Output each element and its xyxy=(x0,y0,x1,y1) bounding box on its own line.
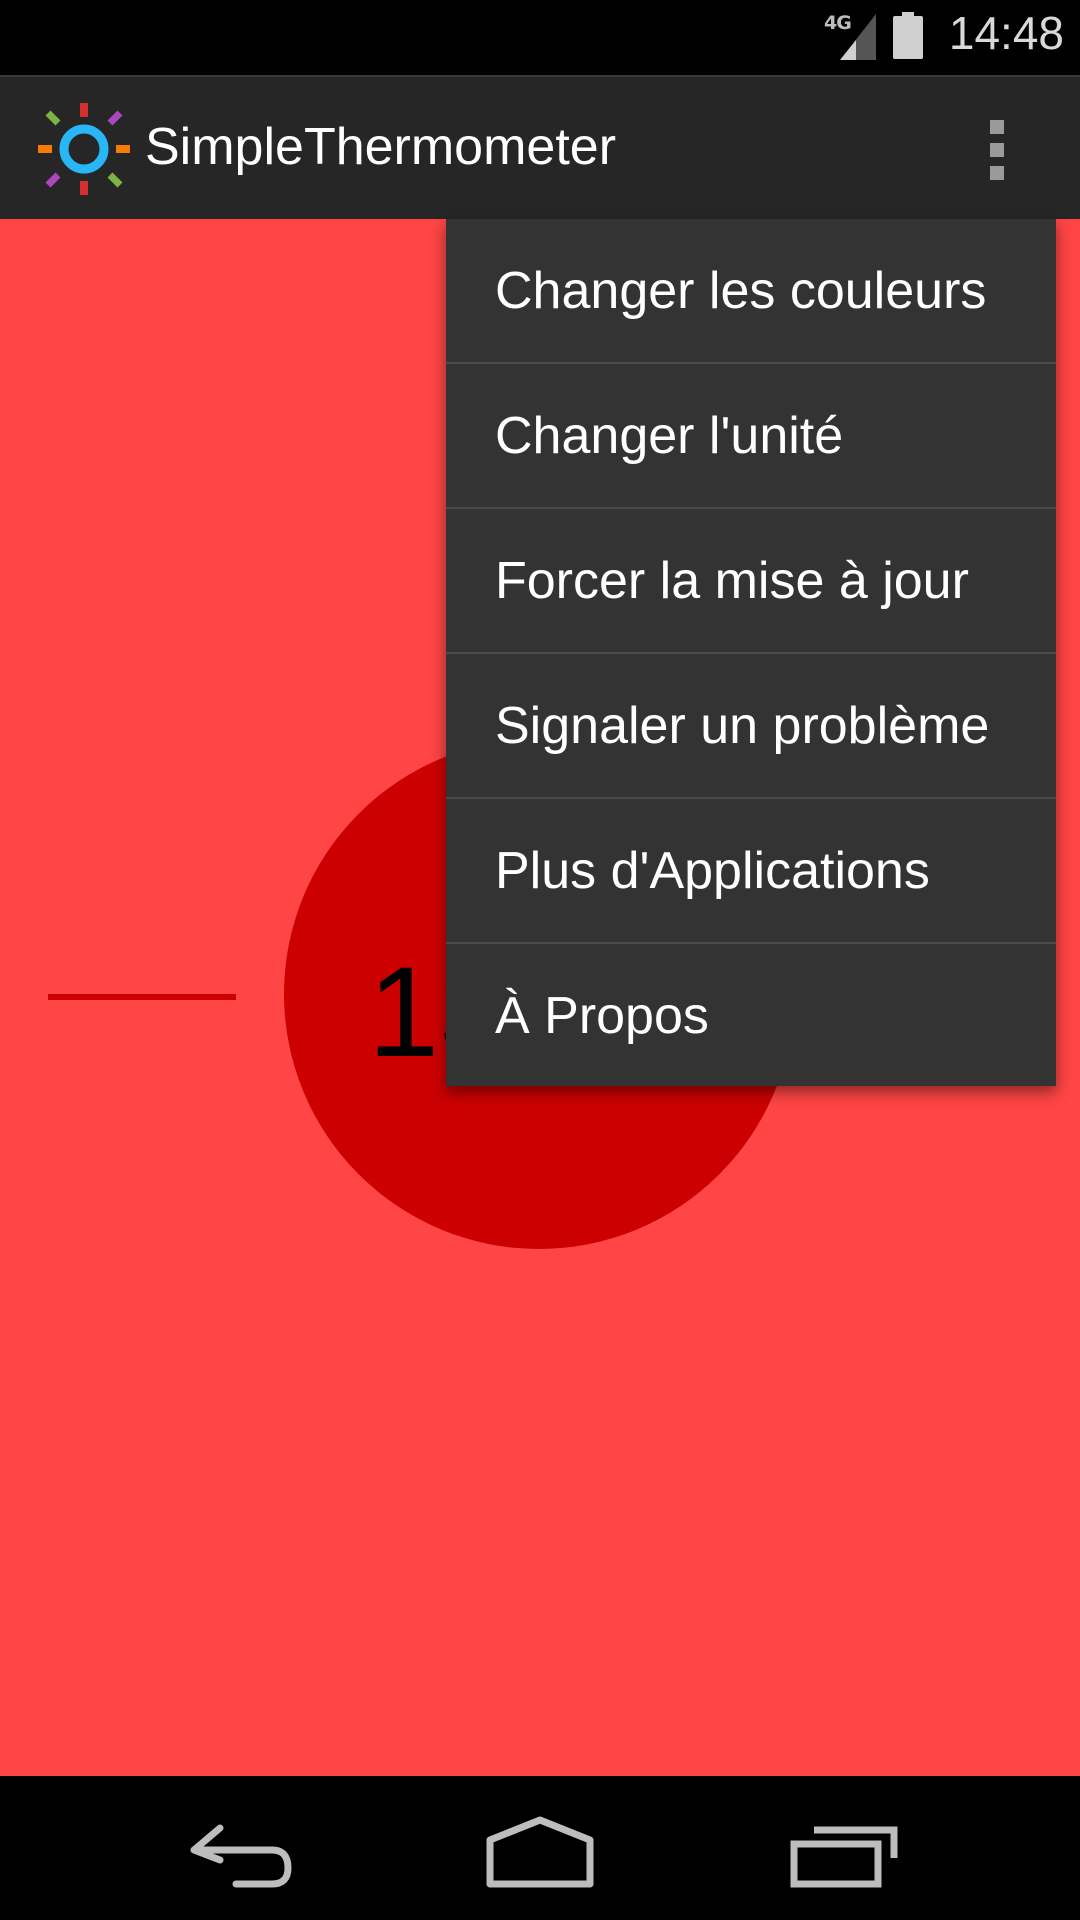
overflow-menu-icon[interactable] xyxy=(960,102,1032,198)
menu-item-change-colors[interactable]: Changer les couleurs xyxy=(446,219,1056,364)
overflow-dot xyxy=(990,120,1004,134)
back-icon[interactable] xyxy=(180,1798,300,1898)
sun-logo-icon[interactable] xyxy=(38,103,130,195)
recents-icon[interactable] xyxy=(784,1798,904,1898)
menu-item-force-update[interactable]: Forcer la mise à jour xyxy=(446,509,1056,654)
status-bar: 4G 14:48 xyxy=(0,0,1080,75)
signal-icon xyxy=(840,14,876,60)
app-title: SimpleThermometer xyxy=(145,118,617,176)
menu-item-about[interactable]: À Propos xyxy=(446,944,1056,1086)
menu-item-more-apps[interactable]: Plus d'Applications xyxy=(446,799,1056,944)
overflow-dot xyxy=(990,166,1004,180)
home-icon[interactable] xyxy=(480,1798,600,1898)
menu-item-report-problem[interactable]: Signaler un problème xyxy=(446,654,1056,799)
overflow-dot xyxy=(990,143,1004,157)
temperature-level-line xyxy=(48,994,236,1000)
menu-item-change-unit[interactable]: Changer l'unité xyxy=(446,364,1056,509)
action-bar: SimpleThermometer xyxy=(0,75,1080,219)
clock: 14:48 xyxy=(948,7,1064,59)
overflow-menu: Changer les couleurs Changer l'unité For… xyxy=(446,219,1056,1086)
battery-icon xyxy=(893,12,923,59)
navigation-bar xyxy=(0,1776,1080,1920)
